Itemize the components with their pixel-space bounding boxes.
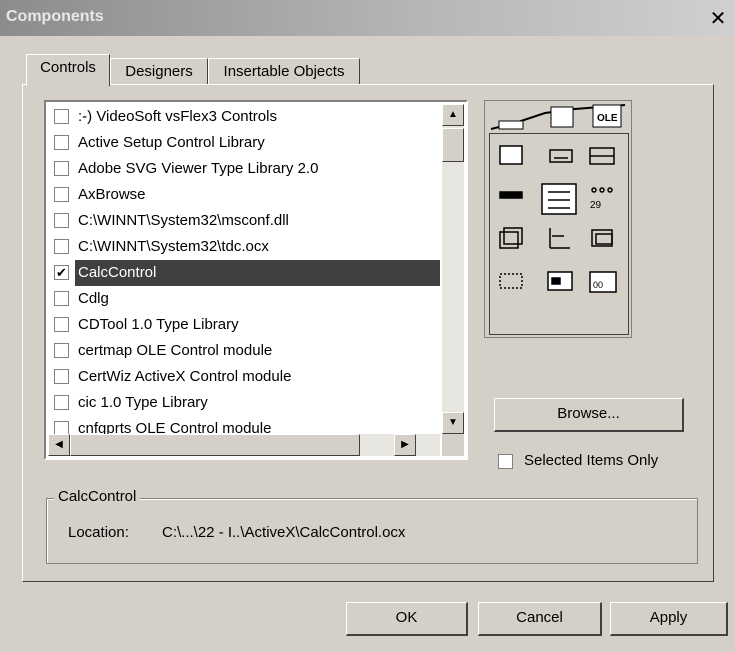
toolbox-icons: 29 00 xyxy=(499,145,617,293)
hscroll-thumb[interactable] xyxy=(70,434,360,456)
horizontal-scrollbar[interactable]: ◀ ▶ xyxy=(48,434,440,456)
tab-insertable-objects[interactable]: Insertable Objects xyxy=(208,58,360,85)
checkbox-icon[interactable] xyxy=(54,291,69,306)
ok-button[interactable]: OK xyxy=(346,602,468,636)
list-item[interactable]: AxBrowse xyxy=(48,182,440,208)
checkbox-icon[interactable] xyxy=(54,161,69,176)
list-item[interactable]: Adobe SVG Viewer Type Library 2.0 xyxy=(48,156,440,182)
scroll-thumb[interactable] xyxy=(442,128,464,162)
checkbox-icon[interactable] xyxy=(54,343,69,358)
list-item-label: Cdlg xyxy=(78,290,109,307)
components-list[interactable]: :-) VideoSoft vsFlex3 Controls Active Set… xyxy=(44,100,468,460)
checkbox-icon[interactable] xyxy=(54,187,69,202)
checkbox-icon[interactable] xyxy=(54,369,69,384)
list-item[interactable]: C:\WINNT\System32\tdc.ocx xyxy=(48,234,440,260)
apply-button[interactable]: Apply xyxy=(610,602,728,636)
list-item-label: Active Setup Control Library xyxy=(78,134,265,151)
list-item-label: Adobe SVG Viewer Type Library 2.0 xyxy=(78,160,319,177)
cancel-button[interactable]: Cancel xyxy=(478,602,602,636)
list-item-label: cic 1.0 Type Library xyxy=(78,394,208,411)
list-item-label: :-) VideoSoft vsFlex3 Controls xyxy=(78,108,277,125)
checkbox-icon[interactable] xyxy=(498,454,513,469)
scroll-right-icon[interactable]: ▶ xyxy=(394,434,416,456)
window-title: Components xyxy=(6,8,104,25)
list-item[interactable]: Active Setup Control Library xyxy=(48,130,440,156)
toolbox-preview: OLE 29 00 xyxy=(484,100,632,338)
tab-designers[interactable]: Designers xyxy=(110,58,208,85)
list-item[interactable]: CertWiz ActiveX Control module xyxy=(48,364,440,390)
list-item[interactable]: ✔ CalcControl xyxy=(48,260,440,286)
checkbox-icon[interactable] xyxy=(54,317,69,332)
list-item-label: certmap OLE Control module xyxy=(78,342,273,359)
close-icon[interactable]: ✕ xyxy=(707,9,729,29)
svg-text:29: 29 xyxy=(590,200,602,211)
browse-button[interactable]: Browse... xyxy=(494,398,684,432)
list-item-label: AxBrowse xyxy=(78,186,146,203)
checkmark-icon[interactable]: ✔ xyxy=(54,265,69,280)
list-item[interactable]: C:\WINNT\System32\msconf.dll xyxy=(48,208,440,234)
list-item-label: CertWiz ActiveX Control module xyxy=(78,368,292,385)
svg-text:00: 00 xyxy=(593,280,603,290)
toolbox-icon-grid: 29 00 xyxy=(489,133,629,335)
svg-text:OLE: OLE xyxy=(597,113,618,124)
scroll-corner xyxy=(442,434,464,456)
scroll-up-icon[interactable]: ▲ xyxy=(442,104,464,126)
scroll-left-icon[interactable]: ◀ xyxy=(48,434,70,456)
selected-items-only-label: Selected Items Only xyxy=(524,452,659,469)
checkbox-icon[interactable] xyxy=(54,213,69,228)
checkbox-icon[interactable] xyxy=(54,395,69,410)
list-item[interactable]: :-) VideoSoft vsFlex3 Controls xyxy=(48,104,440,130)
list-item[interactable]: cic 1.0 Type Library xyxy=(48,390,440,416)
checkbox-icon[interactable] xyxy=(54,239,69,254)
list-item-label: C:\WINNT\System32\tdc.ocx xyxy=(78,238,269,255)
tab-controls[interactable]: Controls xyxy=(26,54,110,86)
list-item-label: CalcControl xyxy=(75,260,440,286)
list-item-label: CDTool 1.0 Type Library xyxy=(78,316,239,333)
title-bar[interactable]: Components ✕ xyxy=(0,0,735,36)
vertical-scrollbar[interactable]: ▲ ▼ xyxy=(442,104,464,434)
list-item[interactable]: CDTool 1.0 Type Library xyxy=(48,312,440,338)
list-item[interactable]: certmap OLE Control module xyxy=(48,338,440,364)
location-value: C:\...\22 - I..\ActiveX\CalcControl.ocx xyxy=(162,524,406,541)
scroll-down-icon[interactable]: ▼ xyxy=(442,412,464,434)
checkbox-icon[interactable] xyxy=(54,109,69,124)
details-group-title: CalcControl xyxy=(54,488,141,505)
components-list-items: :-) VideoSoft vsFlex3 Controls Active Set… xyxy=(48,104,440,442)
toolbox-preview-header-icon: OLE xyxy=(490,104,626,130)
list-item-label: C:\WINNT\System32\msconf.dll xyxy=(78,212,289,229)
checkbox-icon[interactable] xyxy=(54,135,69,150)
list-item[interactable]: Cdlg xyxy=(48,286,440,312)
location-label: Location: xyxy=(68,524,129,541)
